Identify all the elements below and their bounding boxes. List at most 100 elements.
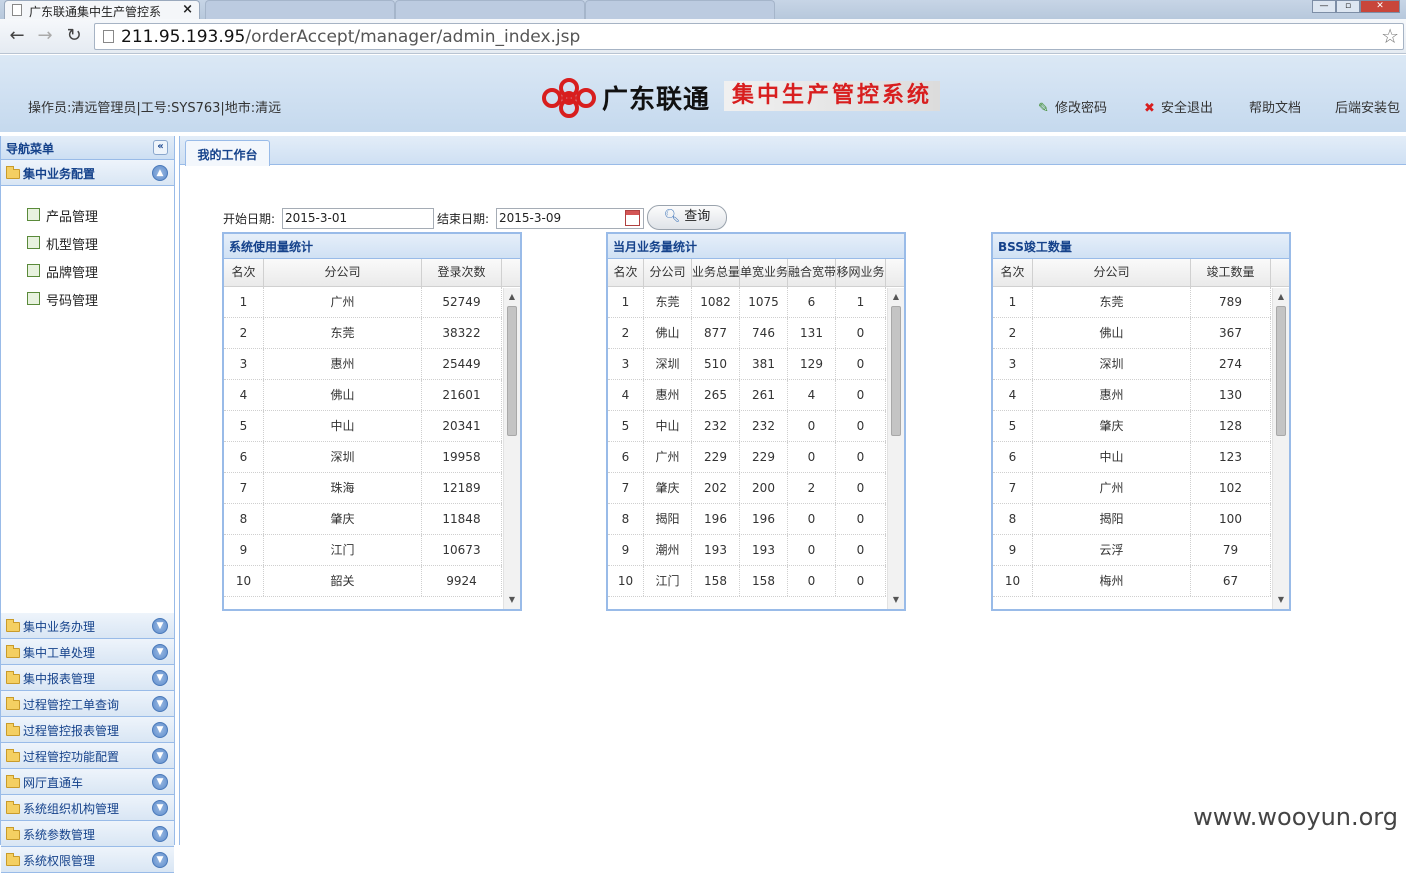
- address-bar[interactable]: 211.95.193.95/orderAccept/manager/admin_…: [94, 23, 1404, 50]
- table-row[interactable]: 3深圳274: [993, 349, 1289, 380]
- table-row[interactable]: 4惠州26526140: [608, 380, 904, 411]
- chevron-down-icon[interactable]: ▼: [152, 722, 168, 738]
- table-row[interactable]: 9云浮79: [993, 535, 1289, 566]
- nav-group[interactable]: 系统组织机构管理▼: [1, 795, 174, 821]
- chevron-down-icon[interactable]: ▼: [152, 696, 168, 712]
- scroll-down-icon[interactable]: ▼: [504, 593, 520, 607]
- column-header[interactable]: 名次: [608, 259, 644, 286]
- vertical-scrollbar[interactable]: ▲▼: [1272, 288, 1289, 609]
- column-header[interactable]: 分公司: [644, 259, 692, 286]
- back-icon[interactable]: ←: [6, 24, 28, 48]
- column-header[interactable]: 移网业务: [836, 259, 886, 286]
- column-header[interactable]: 名次: [993, 259, 1033, 286]
- nav-item-product[interactable]: 产品管理: [1, 200, 174, 228]
- chevron-up-icon[interactable]: ▲: [152, 165, 168, 181]
- minimize-icon[interactable]: —: [1312, 0, 1336, 13]
- table-row[interactable]: 2佛山367: [993, 318, 1289, 349]
- table-row[interactable]: 2东莞38322: [224, 318, 520, 349]
- table-row[interactable]: 3惠州25449: [224, 349, 520, 380]
- table-row[interactable]: 10韶关9924: [224, 566, 520, 597]
- table-row[interactable]: 3深圳5103811290: [608, 349, 904, 380]
- vertical-scrollbar[interactable]: ▲▼: [887, 288, 904, 609]
- start-date-input[interactable]: 2015-3-01: [282, 208, 434, 229]
- column-header[interactable]: 业务总量: [692, 259, 740, 286]
- nav-group[interactable]: 系统参数管理▼: [1, 821, 174, 847]
- column-header[interactable]: 分公司: [1033, 259, 1191, 286]
- table-row[interactable]: 7广州102: [993, 473, 1289, 504]
- chevron-down-icon[interactable]: ▼: [152, 826, 168, 842]
- scroll-down-icon[interactable]: ▼: [888, 593, 904, 607]
- chevron-down-icon[interactable]: ▼: [152, 618, 168, 634]
- end-date-input[interactable]: 2015-3-09: [496, 208, 644, 229]
- browser-tab-3[interactable]: [395, 0, 585, 19]
- close-icon[interactable]: ×: [182, 2, 193, 17]
- nav-group[interactable]: 过程管控功能配置▼: [1, 743, 174, 769]
- table-row[interactable]: 8肇庆11848: [224, 504, 520, 535]
- table-row[interactable]: 10梅州67: [993, 566, 1289, 597]
- reload-icon[interactable]: ↻: [63, 24, 85, 48]
- table-row[interactable]: 5中山20341: [224, 411, 520, 442]
- table-row[interactable]: 2佛山8777461310: [608, 318, 904, 349]
- table-row[interactable]: 6广州22922900: [608, 442, 904, 473]
- table-row[interactable]: 6深圳19958: [224, 442, 520, 473]
- chevron-down-icon[interactable]: ▼: [152, 748, 168, 764]
- table-row[interactable]: 7肇庆20220020: [608, 473, 904, 504]
- table-row[interactable]: 4佛山21601: [224, 380, 520, 411]
- browser-tab-4[interactable]: [585, 0, 775, 19]
- nav-group[interactable]: 集中工单处理▼: [1, 639, 174, 665]
- scroll-down-icon[interactable]: ▼: [1273, 593, 1289, 607]
- table-row[interactable]: 5中山23223200: [608, 411, 904, 442]
- table-row[interactable]: 8揭阳19619600: [608, 504, 904, 535]
- nav-item-number[interactable]: 号码管理: [1, 284, 174, 312]
- chevron-down-icon[interactable]: ▼: [152, 670, 168, 686]
- column-header[interactable]: 融合宽带: [788, 259, 836, 286]
- column-header[interactable]: 单宽业务: [740, 259, 788, 286]
- column-header[interactable]: 名次: [224, 259, 264, 286]
- collapse-panel-icon[interactable]: «: [153, 140, 168, 155]
- chevron-down-icon[interactable]: ▼: [152, 644, 168, 660]
- browser-tab-2[interactable]: [205, 0, 395, 19]
- table-row[interactable]: 8揭阳100: [993, 504, 1289, 535]
- chevron-down-icon[interactable]: ▼: [152, 852, 168, 868]
- table-row[interactable]: 5肇庆128: [993, 411, 1289, 442]
- table-row[interactable]: 1广州52749: [224, 287, 520, 318]
- nav-group[interactable]: 网厅直通车▼: [1, 769, 174, 795]
- table-row[interactable]: 1东莞789: [993, 287, 1289, 318]
- table-row[interactable]: 9潮州19319300: [608, 535, 904, 566]
- change-password-link[interactable]: ✎修改密码: [1038, 97, 1107, 116]
- scroll-thumb[interactable]: [891, 306, 901, 436]
- table-row[interactable]: 10江门15815800: [608, 566, 904, 597]
- nav-group[interactable]: 过程管控报表管理▼: [1, 717, 174, 743]
- maximize-icon[interactable]: ▫: [1336, 0, 1360, 13]
- chevron-down-icon[interactable]: ▼: [152, 774, 168, 790]
- column-header[interactable]: 竣工数量: [1191, 259, 1271, 286]
- logout-link[interactable]: ✖安全退出: [1144, 97, 1213, 116]
- scroll-thumb[interactable]: [507, 306, 517, 436]
- table-row[interactable]: 9江门10673: [224, 535, 520, 566]
- nav-group[interactable]: 系统权限管理▼: [1, 847, 174, 873]
- table-row[interactable]: 6中山123: [993, 442, 1289, 473]
- chevron-down-icon[interactable]: ▼: [152, 800, 168, 816]
- query-button[interactable]: 🔍︎查询: [647, 205, 727, 230]
- nav-group-open[interactable]: 集中业务配置 ▲: [1, 160, 174, 186]
- browser-tab[interactable]: 广东联通集中生产管控系 ×: [4, 0, 200, 19]
- tab-my-workbench[interactable]: 我的工作台: [185, 140, 270, 166]
- table-row[interactable]: 1东莞1082107561: [608, 287, 904, 318]
- nav-item-brand[interactable]: 品牌管理: [1, 256, 174, 284]
- calendar-icon[interactable]: [625, 210, 640, 226]
- table-row[interactable]: 7珠海12189: [224, 473, 520, 504]
- nav-group[interactable]: 集中报表管理▼: [1, 665, 174, 691]
- nav-item-model[interactable]: 机型管理: [1, 228, 174, 256]
- column-header[interactable]: 登录次数: [422, 259, 502, 286]
- scroll-up-icon[interactable]: ▲: [504, 290, 520, 304]
- client-install-link[interactable]: 后端安装包: [1335, 97, 1400, 116]
- column-header[interactable]: 分公司: [264, 259, 422, 286]
- nav-group[interactable]: 集中业务办理▼: [1, 613, 174, 639]
- bookmark-star-icon[interactable]: ☆: [1381, 24, 1399, 48]
- vertical-scrollbar[interactable]: ▲▼: [503, 288, 520, 609]
- table-row[interactable]: 4惠州130: [993, 380, 1289, 411]
- window-close-icon[interactable]: ✕: [1360, 0, 1400, 13]
- forward-icon[interactable]: →: [34, 24, 56, 48]
- nav-group[interactable]: 过程管控工单查询▼: [1, 691, 174, 717]
- help-link[interactable]: 帮助文档: [1249, 97, 1301, 116]
